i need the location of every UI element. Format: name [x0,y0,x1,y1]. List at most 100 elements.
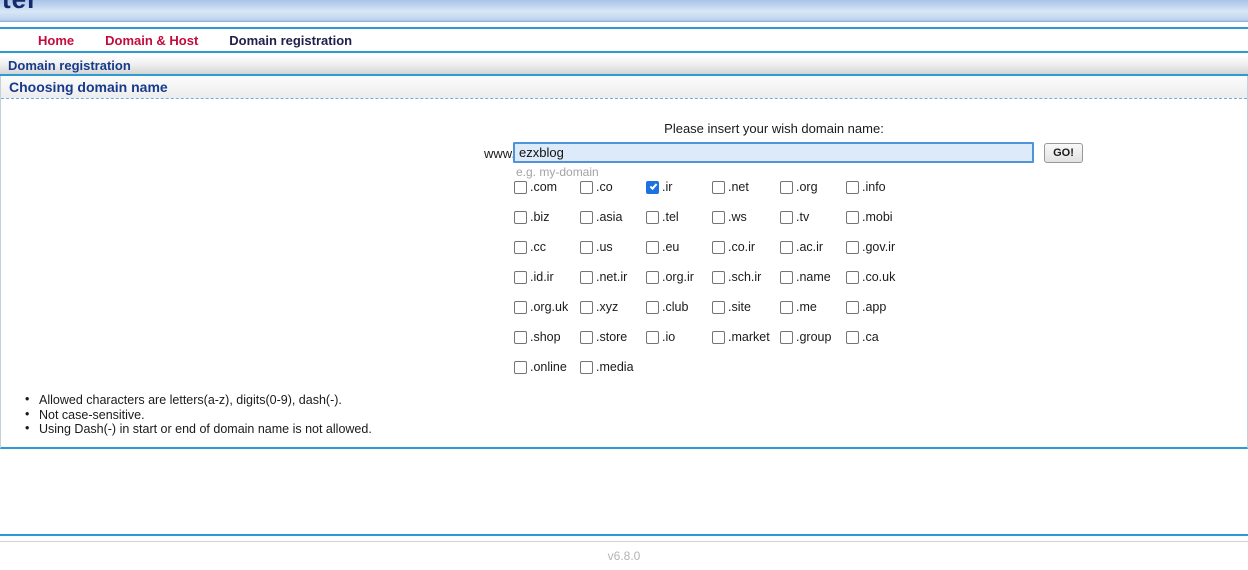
tld-checkbox-org-ir[interactable] [646,271,659,284]
tld-checkbox-ws[interactable] [712,211,725,224]
tld-label: .ws [728,210,747,224]
tld-checkbox-sch-ir[interactable] [712,271,725,284]
tld-option-mobi[interactable]: .mobi [846,209,922,225]
tld-option-co[interactable]: .co [580,179,646,195]
tld-checkbox-club[interactable] [646,301,659,314]
tld-checkbox-co[interactable] [580,181,593,194]
tld-option-org-ir[interactable]: .org.ir [646,269,712,285]
tld-option-market[interactable]: .market [712,329,780,345]
tld-checkbox-cc[interactable] [514,241,527,254]
tld-option-ws[interactable]: .ws [712,209,780,225]
tld-checkbox-ir-checked[interactable] [646,181,659,194]
tld-checkbox-name[interactable] [780,271,793,284]
tld-label: .co.uk [862,270,895,284]
tld-option-media[interactable]: .media [580,359,646,375]
tld-option-tel[interactable]: .tel [646,209,712,225]
tld-label: .co [596,180,613,194]
tld-option-site[interactable]: .site [712,299,780,315]
tld-option-name[interactable]: .name [780,269,846,285]
panel-content: Please insert your wish domain name: www… [1,99,1247,447]
tld-option-online[interactable]: .online [514,359,580,375]
tld-checkbox-xyz[interactable] [580,301,593,314]
tld-label: .id.ir [530,270,554,284]
tld-option-app[interactable]: .app [846,299,922,315]
tld-checkbox-app[interactable] [846,301,859,314]
tld-checkbox-info[interactable] [846,181,859,194]
tld-option-asia[interactable]: .asia [580,209,646,225]
tld-checkbox-eu[interactable] [646,241,659,254]
tld-label: .net [728,180,749,194]
tld-checkbox-group[interactable] [780,331,793,344]
tld-option-co-ir[interactable]: .co.ir [712,239,780,255]
tld-option-id-ir[interactable]: .id.ir [514,269,580,285]
tld-checkbox-ac-ir[interactable] [780,241,793,254]
tld-label: .mobi [862,210,893,224]
tld-option-net-ir[interactable]: .net.ir [580,269,646,285]
tld-checkbox-store[interactable] [580,331,593,344]
tld-checkbox-asia[interactable] [580,211,593,224]
tld-checkbox-tel[interactable] [646,211,659,224]
tld-checkbox-co-ir[interactable] [712,241,725,254]
tld-checkbox-mobi[interactable] [846,211,859,224]
tld-checkbox-tv[interactable] [780,211,793,224]
tld-option-shop[interactable]: .shop [514,329,580,345]
tld-label: .media [596,360,634,374]
top-brand-bar: ter [0,0,1248,22]
tld-checkbox-io[interactable] [646,331,659,344]
tld-option-gov-ir[interactable]: .gov.ir [846,239,922,255]
go-button[interactable]: GO! [1044,143,1083,163]
tld-checkbox-online[interactable] [514,361,527,374]
tld-checkbox-gov-ir[interactable] [846,241,859,254]
tld-option-tv[interactable]: .tv [780,209,846,225]
tld-option-ir[interactable]: .ir [646,179,712,195]
footer: v6.8.0 [0,541,1248,563]
tld-option-sch-ir[interactable]: .sch.ir [712,269,780,285]
tld-checkbox-ca[interactable] [846,331,859,344]
tld-option-xyz[interactable]: .xyz [580,299,646,315]
tld-option-org-uk[interactable]: .org.uk [514,299,580,315]
tld-option-me[interactable]: .me [780,299,846,315]
tld-checkbox-shop[interactable] [514,331,527,344]
tld-option-biz[interactable]: .biz [514,209,580,225]
tld-label: .net.ir [596,270,627,284]
tld-option-ca[interactable]: .ca [846,329,922,345]
tld-label: .cc [530,240,546,254]
tld-option-info[interactable]: .info [846,179,922,195]
tld-label: .store [596,330,627,344]
tld-checkbox-biz[interactable] [514,211,527,224]
tld-option-io[interactable]: .io [646,329,712,345]
tld-option-us[interactable]: .us [580,239,646,255]
domain-name-input[interactable] [513,142,1034,163]
tld-checkbox-me[interactable] [780,301,793,314]
tld-option-group[interactable]: .group [780,329,846,345]
tld-checkbox-market[interactable] [712,331,725,344]
tld-label: .org [796,180,818,194]
nav-item-domain-registration[interactable]: Domain registration [229,33,352,48]
nav-item-home[interactable]: Home [38,33,74,48]
tld-checkbox-net-ir[interactable] [580,271,593,284]
tld-checkbox-id-ir[interactable] [514,271,527,284]
tld-checkbox-co-uk[interactable] [846,271,859,284]
tld-checkbox-us[interactable] [580,241,593,254]
tld-option-ac-ir[interactable]: .ac.ir [780,239,846,255]
tld-checkbox-net[interactable] [712,181,725,194]
tld-checkbox-media[interactable] [580,361,593,374]
tld-checkbox-org[interactable] [780,181,793,194]
tld-option-net[interactable]: .net [712,179,780,195]
tld-option-club[interactable]: .club [646,299,712,315]
notes-list: Allowed characters are letters(a-z), dig… [25,393,372,437]
nav-item-domain-host[interactable]: Domain & Host [105,33,198,48]
tld-checkbox-com[interactable] [514,181,527,194]
tld-label: .sch.ir [728,270,761,284]
tld-label: .ac.ir [796,240,823,254]
tld-option-co-uk[interactable]: .co.uk [846,269,922,285]
tld-checkbox-site[interactable] [712,301,725,314]
tld-checkbox-org-uk[interactable] [514,301,527,314]
tld-label: .org.ir [662,270,694,284]
tld-option-store[interactable]: .store [580,329,646,345]
tld-label: .app [862,300,886,314]
tld-option-cc[interactable]: .cc [514,239,580,255]
tld-option-com[interactable]: .com [514,179,580,195]
tld-option-eu[interactable]: .eu [646,239,712,255]
tld-option-org[interactable]: .org [780,179,846,195]
